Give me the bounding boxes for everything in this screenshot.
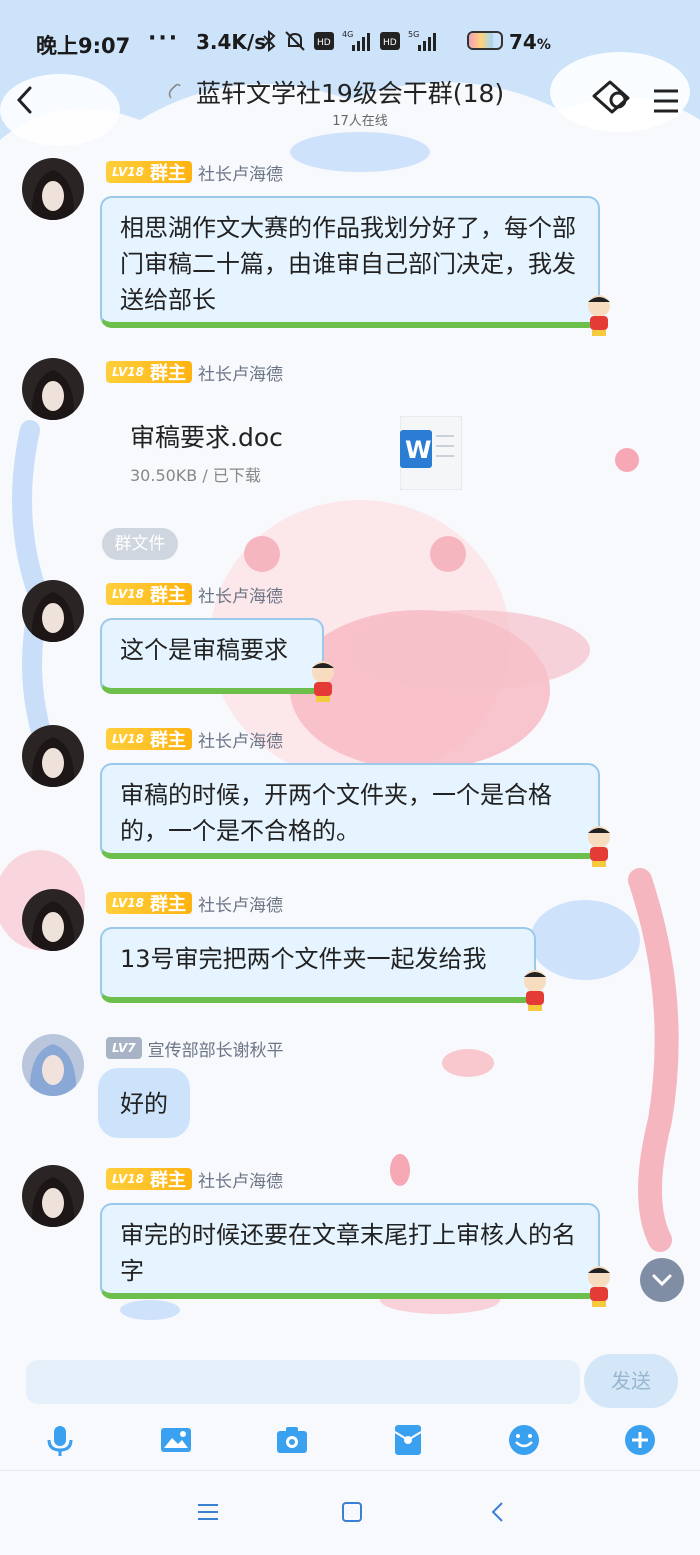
- message-item: LV18 群主 社长卢海德 相思湖作文大赛的作品我划分好了，每个部门审稿二十篇，由…: [0, 158, 700, 338]
- message-item: LV18 群主 社长卢海德 审稿的时候，开两个文件夹，一个是合格的，一个是不合格的…: [0, 725, 700, 875]
- chat-header: 蓝轩文学社19级会干群(18) 17人在线: [0, 70, 700, 140]
- group-file-tag[interactable]: 群文件: [102, 528, 178, 560]
- word-file-icon: W: [400, 416, 462, 490]
- send-button[interactable]: 发送: [584, 1354, 678, 1408]
- sender-row: LV18 群主 社长卢海德: [106, 891, 283, 916]
- home-icon[interactable]: [338, 1498, 366, 1526]
- level-badge: LV18 群主: [106, 161, 192, 184]
- recent-apps-icon[interactable]: [194, 1498, 222, 1526]
- emoji-icon[interactable]: [506, 1422, 542, 1458]
- shinchan-sticker-icon: [588, 1266, 610, 1307]
- file-meta: 30.50KB / 已下载: [130, 466, 261, 485]
- red-packet-icon[interactable]: [390, 1422, 426, 1458]
- message-bubble[interactable]: 这个是审稿要求: [100, 618, 324, 694]
- level-badge: LV18 群主: [106, 728, 192, 751]
- sender-name[interactable]: 社长卢海德: [198, 582, 283, 607]
- message-input[interactable]: [26, 1360, 580, 1404]
- sender-row: LV18 群主 社长卢海德: [106, 1167, 283, 1192]
- message-bubble[interactable]: 审完的时候还要在文章末尾打上审核人的名字: [100, 1203, 600, 1299]
- scroll-to-bottom-button[interactable]: [640, 1258, 684, 1302]
- message-bubble[interactable]: 审稿的时候，开两个文件夹，一个是合格的，一个是不合格的。: [100, 763, 600, 859]
- level-badge: LV18 群主: [106, 583, 192, 606]
- shinchan-sticker-icon: [588, 295, 610, 336]
- chevron-down-icon: [652, 1274, 672, 1287]
- signal-5g-icon: 5G: [408, 30, 436, 51]
- svg-text:HD: HD: [317, 38, 331, 48]
- message-item: LV18 群主 社长卢海德 这个是审稿要求: [0, 580, 700, 710]
- shinchan-sticker-icon: [524, 970, 546, 1011]
- file-card[interactable]: 审稿要求.doc 30.50KB / 已下载 W: [106, 392, 480, 504]
- plus-icon[interactable]: [622, 1422, 658, 1458]
- mic-icon[interactable]: [42, 1422, 78, 1458]
- bluetooth-icon: [263, 30, 276, 52]
- sender-name[interactable]: 社长卢海德: [198, 360, 283, 385]
- status-dots: ···: [148, 26, 180, 51]
- camera-icon[interactable]: [274, 1422, 310, 1458]
- avatar[interactable]: [22, 358, 84, 420]
- level-badge: LV18 群主: [106, 1168, 192, 1191]
- svg-text:4G: 4G: [342, 30, 353, 39]
- signal-4g-icon: 4G: [342, 30, 370, 51]
- svg-text:W: W: [405, 436, 431, 464]
- message-item: LV7 宣传部部长谢秋平 好的: [0, 1034, 700, 1144]
- sender-row: LV18 群主 社长卢海德: [106, 160, 283, 185]
- svg-text:HD: HD: [383, 38, 397, 48]
- menu-icon[interactable]: [652, 88, 680, 114]
- group-settings-icon[interactable]: [590, 76, 634, 116]
- message-item: LV18 群主 社长卢海德 审完的时候还要在文章末尾打上审核人的名字: [0, 1165, 700, 1315]
- avatar[interactable]: [22, 889, 84, 951]
- message-item: LV18 群主 社长卢海德 13号审完把两个文件夹一起发给我: [0, 889, 700, 1019]
- sender-row: LV7 宣传部部长谢秋平: [106, 1036, 284, 1061]
- group-title[interactable]: 蓝轩文学社19级会干群(18): [196, 74, 504, 110]
- level-badge: LV18 群主: [106, 892, 192, 915]
- network-speed: 3.4K/s: [196, 30, 267, 54]
- divider: [0, 1470, 700, 1471]
- hd-icon-2: HD: [380, 32, 400, 50]
- message-bubble[interactable]: 好的: [98, 1068, 190, 1138]
- svg-text:5G: 5G: [408, 30, 419, 39]
- sender-name[interactable]: 社长卢海德: [198, 727, 283, 752]
- avatar[interactable]: [22, 1034, 84, 1096]
- avatar[interactable]: [22, 580, 84, 642]
- sender-name[interactable]: 社长卢海德: [198, 891, 283, 916]
- sender-row: LV18 群主 社长卢海德: [106, 582, 283, 607]
- sender-name[interactable]: 宣传部部长谢秋平: [148, 1036, 284, 1061]
- message-bubble[interactable]: 13号审完把两个文件夹一起发给我: [100, 927, 536, 1003]
- battery-icon: [467, 31, 503, 50]
- group-link-icon: [168, 83, 181, 99]
- shinchan-sticker-icon: [588, 826, 610, 867]
- message-bubble[interactable]: 相思湖作文大赛的作品我划分好了，每个部门审稿二十篇，由谁审自己部门决定，我发送给…: [100, 196, 600, 328]
- input-area: 发送: [0, 1340, 700, 1555]
- file-name: 审稿要求.doc: [130, 423, 283, 452]
- sender-row: LV18 群主 社长卢海德: [106, 360, 283, 385]
- shinchan-sticker-icon: [312, 661, 334, 702]
- battery-percent: 74%: [509, 30, 551, 54]
- sender-name[interactable]: 社长卢海德: [198, 1167, 283, 1192]
- sender-name[interactable]: 社长卢海德: [198, 160, 283, 185]
- status-icons: HD 4G HD 5G: [262, 28, 438, 54]
- image-icon[interactable]: [158, 1422, 194, 1458]
- hd-icon: HD: [314, 32, 334, 50]
- avatar[interactable]: [22, 1165, 84, 1227]
- system-back-icon[interactable]: [484, 1498, 512, 1526]
- level-badge: LV7: [106, 1037, 142, 1059]
- sender-row: LV18 群主 社长卢海德: [106, 727, 283, 752]
- status-time: 晚上9:07: [36, 34, 131, 58]
- mute-bell-icon: [285, 31, 305, 51]
- avatar[interactable]: [22, 158, 84, 220]
- level-badge: LV18 群主: [106, 361, 192, 384]
- avatar[interactable]: [22, 725, 84, 787]
